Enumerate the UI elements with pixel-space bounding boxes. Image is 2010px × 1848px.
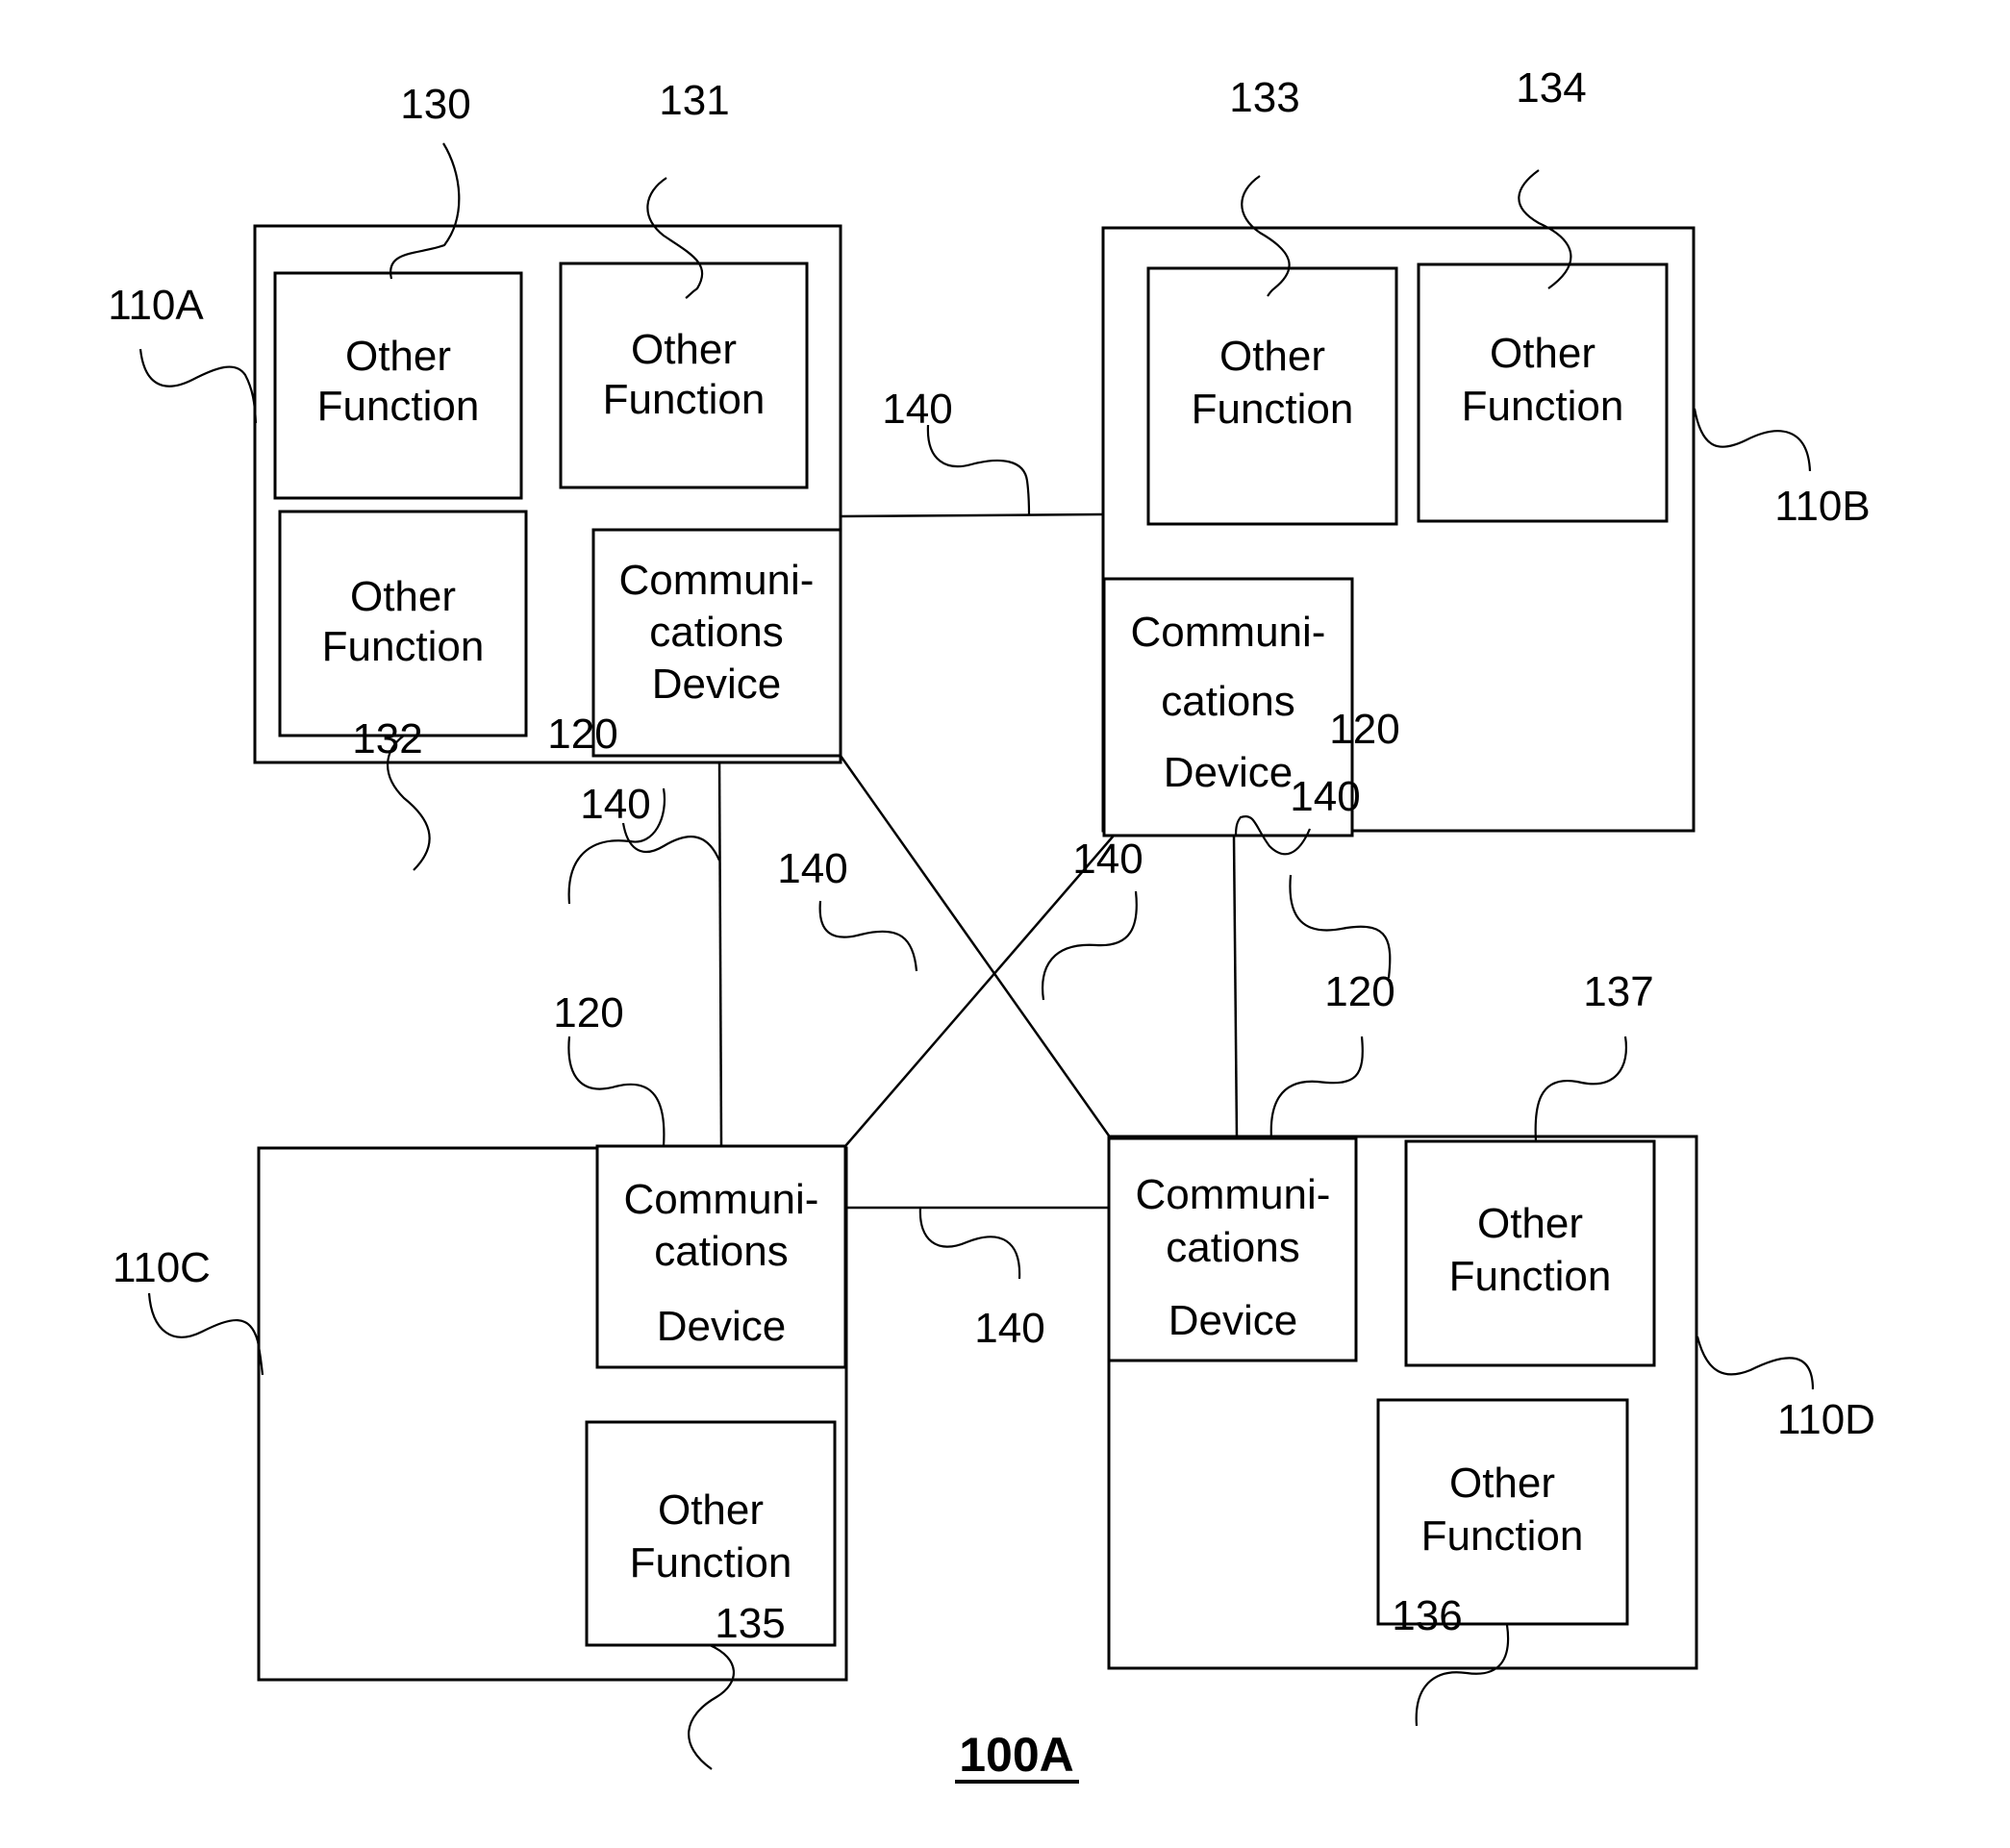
svg-text:Communi-: Communi- xyxy=(624,1176,819,1223)
comm-110C-line2: cations xyxy=(654,1228,788,1275)
ref-110D: 110D xyxy=(1777,1396,1875,1443)
function-135-line1: Other xyxy=(658,1486,764,1534)
leader-140-AB xyxy=(926,424,1031,516)
function-box-135 xyxy=(585,1420,837,1647)
function-130-line2: Function xyxy=(317,383,480,430)
svg-text:Communi-: Communi- xyxy=(1136,1171,1331,1218)
svg-text:Other: Other xyxy=(1490,330,1595,377)
svg-text:Function: Function xyxy=(1421,1512,1584,1560)
ref-140-AD: 140 xyxy=(1072,836,1143,883)
comm-110B-line3: Device xyxy=(1164,749,1294,796)
svg-text:Function: Function xyxy=(1449,1253,1612,1300)
function-134-line2: Function xyxy=(1462,383,1624,430)
function-135-line2: Function xyxy=(630,1539,792,1586)
function-133-line2: Function xyxy=(1192,386,1354,433)
comm-110B-line2: cations xyxy=(1161,678,1294,725)
svg-text:Other: Other xyxy=(1219,333,1325,380)
svg-text:Function: Function xyxy=(630,1539,792,1586)
ref-132: 132 xyxy=(352,715,422,762)
leader-110B xyxy=(1693,408,1812,472)
svg-text:Function: Function xyxy=(317,383,480,430)
leader-120D xyxy=(1269,1036,1364,1139)
svg-text:Function: Function xyxy=(603,376,766,423)
comm-110C-line1: Communi- xyxy=(624,1176,819,1223)
ref-131: 131 xyxy=(659,77,729,124)
leader-110C xyxy=(147,1292,264,1376)
comm-110D-line3: Device xyxy=(1168,1297,1298,1344)
function-132-line1: Other xyxy=(350,573,456,620)
svg-text:Device: Device xyxy=(1164,749,1294,796)
figure-label: 100A xyxy=(959,1728,1074,1782)
svg-text:Communi-: Communi- xyxy=(619,557,815,604)
leader-137 xyxy=(1534,1036,1627,1142)
svg-text:cations: cations xyxy=(649,609,783,656)
comm-110C-line3: Device xyxy=(657,1303,787,1350)
svg-text:Communi-: Communi- xyxy=(1131,609,1326,656)
function-130-line1: Other xyxy=(345,333,451,380)
comm-110D-line1: Communi- xyxy=(1136,1171,1331,1218)
svg-text:Other: Other xyxy=(345,333,451,380)
function-131-line1: Other xyxy=(631,326,737,373)
link-110A-110C xyxy=(717,755,723,1147)
leader-140-CD xyxy=(918,1207,1021,1280)
svg-text:Other: Other xyxy=(1477,1200,1583,1247)
svg-text:Other: Other xyxy=(658,1486,764,1534)
leader-110D xyxy=(1696,1336,1815,1390)
link-110B-110D xyxy=(1232,835,1239,1139)
node-110A: Other Function Other Function Other Func… xyxy=(253,224,842,764)
leader-140-AD xyxy=(1042,890,1138,1001)
function-133-line1: Other xyxy=(1219,333,1325,380)
ref-110A: 110A xyxy=(108,282,204,329)
ref-137: 137 xyxy=(1583,968,1653,1015)
function-137-line2: Function xyxy=(1449,1253,1612,1300)
leader-140-BC xyxy=(818,900,918,972)
ref-140-BC: 140 xyxy=(777,845,847,892)
svg-text:Function: Function xyxy=(1192,386,1354,433)
function-131-line2: Function xyxy=(603,376,766,423)
network-diagram: Other Function Other Function Other Func… xyxy=(108,64,1875,1784)
svg-text:Device: Device xyxy=(652,661,782,708)
ref-130: 130 xyxy=(400,81,470,128)
ref-135: 135 xyxy=(715,1600,785,1647)
svg-text:cations: cations xyxy=(1166,1224,1299,1271)
function-136-line2: Function xyxy=(1421,1512,1584,1560)
comm-110A-line2: cations xyxy=(649,609,783,656)
ref-134: 134 xyxy=(1516,64,1586,112)
ref-120A: 120 xyxy=(547,711,617,758)
svg-text:cations: cations xyxy=(1161,678,1294,725)
svg-text:Device: Device xyxy=(657,1303,787,1350)
ref-120C: 120 xyxy=(553,989,623,1036)
ref-120D: 120 xyxy=(1324,968,1394,1015)
svg-text:Device: Device xyxy=(1168,1297,1298,1344)
leader-110A xyxy=(138,348,258,424)
ref-140-AC: 140 xyxy=(580,781,650,828)
comm-110B-line1: Communi- xyxy=(1131,609,1326,656)
ref-140-CD: 140 xyxy=(974,1305,1044,1352)
comm-110A-line3: Device xyxy=(652,661,782,708)
function-137-line1: Other xyxy=(1477,1200,1583,1247)
ref-140-AB: 140 xyxy=(882,386,952,433)
node-110D: Communi- cations Device Other Function O… xyxy=(1107,1135,1698,1670)
ref-133: 133 xyxy=(1229,74,1299,121)
svg-text:Other: Other xyxy=(631,326,737,373)
svg-text:Function: Function xyxy=(1462,383,1624,430)
ref-110C: 110C xyxy=(113,1244,211,1291)
link-110A-110B xyxy=(840,512,1105,518)
comm-110A-line1: Communi- xyxy=(619,557,815,604)
ref-120B: 120 xyxy=(1329,706,1399,753)
svg-text:cations: cations xyxy=(654,1228,788,1275)
function-136-line1: Other xyxy=(1449,1460,1555,1507)
function-132-line2: Function xyxy=(322,623,485,670)
leader-120C xyxy=(567,1036,666,1147)
svg-text:Other: Other xyxy=(1449,1460,1555,1507)
function-134-line1: Other xyxy=(1490,330,1595,377)
ref-140-BD: 140 xyxy=(1290,773,1360,820)
ref-136: 136 xyxy=(1392,1592,1462,1639)
ref-110B: 110B xyxy=(1774,483,1871,530)
leader-120B xyxy=(1289,874,1392,979)
svg-text:Other: Other xyxy=(350,573,456,620)
svg-text:Function: Function xyxy=(322,623,485,670)
comm-110D-line2: cations xyxy=(1166,1224,1299,1271)
